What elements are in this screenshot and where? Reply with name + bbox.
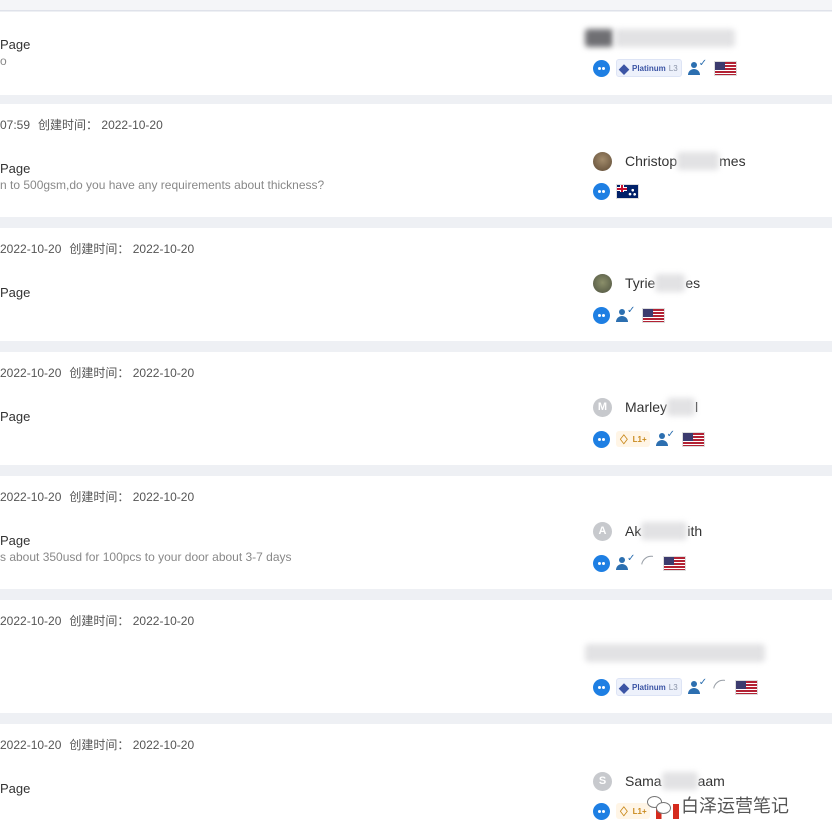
last-time: 2022-10-20 (0, 366, 62, 380)
conversation-title[interactable]: Page (0, 533, 30, 548)
message-snippet: n to 500gsm,do you have any requirements… (0, 178, 325, 192)
chat-icon[interactable] (593, 306, 610, 324)
redacted-name (677, 152, 720, 170)
paperclip-icon: ⌒ (639, 552, 662, 576)
message-snippet: s about 350usd for 100pcs to your door a… (0, 550, 292, 564)
diamond-badge-icon: ♢ (618, 803, 630, 819)
us-flag-icon (663, 555, 687, 571)
avatar: A (593, 521, 612, 541)
diamond-badge-icon: ♢ (618, 431, 630, 447)
verified-buyer-icon: ✓ (616, 305, 636, 323)
verified-buyer-icon: ✓ (687, 677, 708, 695)
created-label: 创建时间： (69, 738, 130, 752)
message-snippet: o (0, 54, 7, 68)
user-icons: ◆ Platinum L3 ✓ ⌒ (593, 677, 758, 699)
redacted-name (655, 274, 686, 292)
chat-icon[interactable] (593, 802, 610, 820)
created-label: 创建时间： (69, 490, 130, 504)
conversation-card[interactable]: 2022-10-20 创建时间： 2022-10-20 Page Tyrie es … (0, 228, 832, 341)
avatar: M (593, 397, 612, 417)
us-flag-icon (734, 679, 758, 695)
us-flag-icon (642, 307, 665, 323)
platinum-badge: ◆ Platinum L3 (616, 678, 682, 696)
diamond-badge-icon: ◆ (619, 679, 629, 695)
watermark-text: 白泽运营笔记 (681, 796, 789, 816)
last-time: 07:59 (0, 118, 31, 132)
conversation-meta: 07:59 创建时间： 2022-10-20 (0, 116, 163, 133)
avatar (593, 273, 612, 293)
conversation-title[interactable]: Page (0, 161, 30, 176)
us-flag-icon (713, 60, 737, 76)
created-label: 创建时间： (69, 614, 130, 628)
avatar: S (593, 771, 612, 791)
last-time: 2022-10-20 (0, 242, 62, 256)
created-label: 创建时间： (38, 118, 99, 132)
user-name[interactable]: Christop mes (593, 151, 746, 171)
avatar (593, 151, 612, 171)
created-label: 创建时间： (69, 366, 130, 380)
watermark: 白泽运营笔记 (647, 792, 789, 818)
user-icons: ✓ (593, 305, 665, 324)
user-name[interactable]: M Marley l (593, 397, 698, 417)
created-date: 2022-10-20 (132, 614, 195, 628)
level-badge: ♢ L1+ (616, 803, 650, 819)
conversation-meta: 2022-10-20 创建时间： 2022-10-20 (0, 488, 194, 505)
conversation-card[interactable]: Page o ◆ Platinum L3 ✓ (0, 12, 832, 95)
conversation-meta: 2022-10-20 创建时间： 2022-10-20 (0, 736, 194, 753)
conversation-card[interactable]: 2022-10-20 创建时间： 2022-10-20 Page M Marley… (0, 352, 832, 465)
conversation-card[interactable]: 2022-10-20 创建时间： 2022-10-20 Page S Sama aa… (0, 724, 832, 840)
conversation-meta: 2022-10-20 创建时间： 2022-10-20 (0, 612, 194, 629)
conversation-title[interactable]: Page (0, 781, 30, 796)
chat-icon[interactable] (593, 59, 610, 77)
conversation-title[interactable]: Page (0, 37, 30, 52)
user-name[interactable]: A Ak ith (593, 521, 702, 541)
verified-buyer-icon: ✓ (655, 429, 676, 447)
created-date: 2022-10-20 (132, 490, 195, 504)
user-name[interactable]: Tyrie es (593, 273, 700, 293)
user-icons: ♢ L1+ ✓ (593, 429, 705, 448)
created-label: 创建时间： (69, 242, 130, 256)
user-name[interactable] (585, 643, 765, 663)
user-name[interactable] (585, 28, 735, 48)
user-icons: ◆ Platinum L3 ✓ (593, 58, 737, 77)
conversation-card[interactable]: 07:59 创建时间： 2022-10-20 Page n to 500gsm,d… (0, 104, 832, 217)
redacted-name (667, 398, 696, 416)
verified-buyer-icon: ✓ (616, 553, 636, 571)
user-icons (593, 182, 639, 200)
chat-icon[interactable] (593, 182, 610, 200)
conversation-title[interactable]: Page (0, 409, 30, 424)
user-name[interactable]: S Sama aam (593, 771, 725, 791)
chat-icon[interactable] (593, 678, 610, 696)
conversation-title[interactable]: Page (0, 285, 30, 300)
created-date: 2022-10-20 (132, 738, 195, 752)
redacted-name (615, 29, 735, 47)
conversation-card[interactable]: 2022-10-20 创建时间： 2022-10-20 ◆ Platinum L3 ✓… (0, 600, 832, 713)
redacted-name (585, 644, 765, 662)
last-time: 2022-10-20 (0, 614, 62, 628)
level-badge: ♢ L1+ (616, 431, 650, 447)
paperclip-icon: ⌒ (710, 676, 733, 700)
top-bar (0, 0, 832, 11)
conversation-meta: 2022-10-20 创建时间： 2022-10-20 (0, 240, 194, 257)
redacted-avatar (585, 29, 613, 47)
verified-buyer-icon: ✓ (687, 58, 708, 76)
wechat-icon (647, 794, 673, 816)
diamond-badge-icon: ◆ (619, 60, 629, 76)
conversation-card[interactable]: 2022-10-20 创建时间： 2022-10-20 Page s about … (0, 476, 832, 589)
last-time: 2022-10-20 (0, 738, 62, 752)
redacted-name (641, 522, 688, 540)
conversation-meta: 2022-10-20 创建时间： 2022-10-20 (0, 364, 194, 381)
chat-icon[interactable] (593, 430, 610, 448)
created-date: 2022-10-20 (132, 366, 195, 380)
created-date: 2022-10-20 (132, 242, 195, 256)
us-flag-icon (681, 431, 705, 447)
platinum-badge: ◆ Platinum L3 (616, 59, 682, 77)
created-date: 2022-10-20 (101, 118, 163, 132)
chat-icon[interactable] (593, 554, 610, 572)
last-time: 2022-10-20 (0, 490, 62, 504)
redacted-name (661, 772, 698, 790)
au-flag-icon (616, 183, 639, 199)
user-icons: ✓ ⌒ (593, 553, 687, 575)
